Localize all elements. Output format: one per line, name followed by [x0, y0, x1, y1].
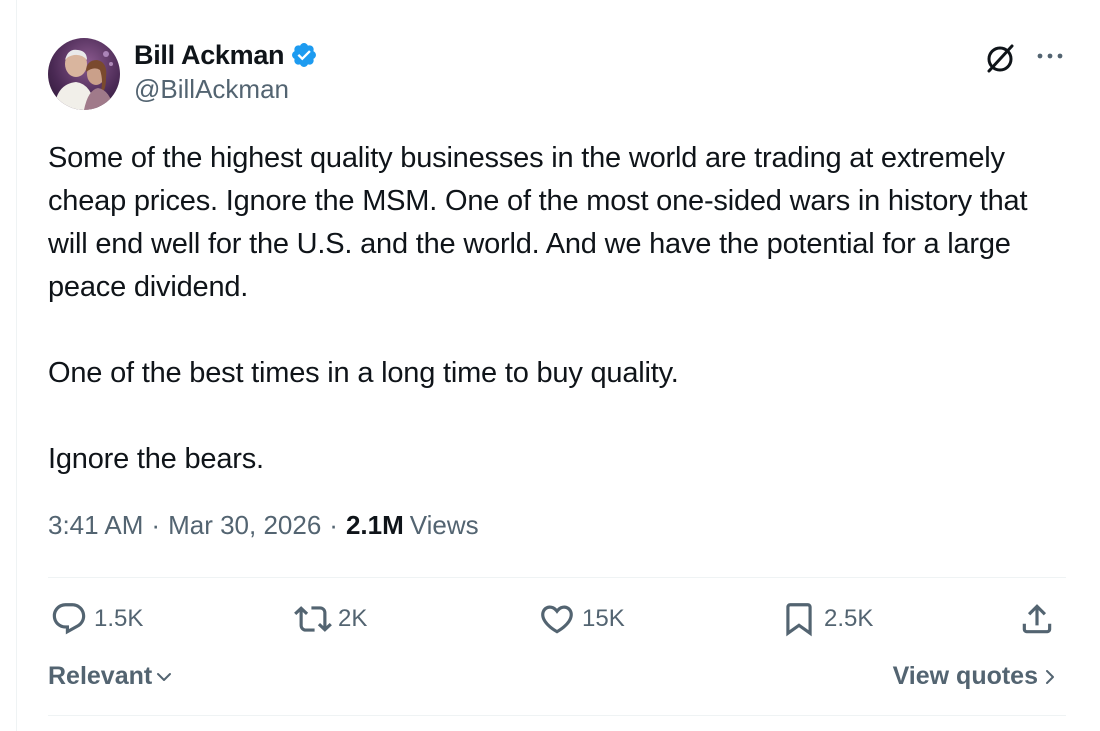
author-handle[interactable]: @BillAckman [134, 74, 318, 105]
like-count: 15K [582, 605, 625, 632]
tweet-paragraph: Ignore the bears. [48, 443, 264, 475]
reply-count: 1.5K [94, 605, 144, 632]
view-quotes-label: View quotes [892, 662, 1038, 690]
share-button[interactable] [1018, 600, 1062, 638]
chevron-down-icon [157, 672, 172, 681]
action-bar: 1.5K 2K 15K 2.5K [48, 600, 1066, 648]
timeline-border [16, 0, 17, 731]
tweet-paragraph: One of the best times in a long time to … [48, 357, 679, 389]
sort-label: Relevant [48, 662, 153, 690]
view-quotes-link[interactable]: View quotes [893, 662, 1060, 691]
avatar-photo [48, 38, 120, 110]
bookmark-icon [786, 603, 812, 637]
verified-badge-icon[interactable] [290, 41, 318, 69]
avatar[interactable] [48, 38, 120, 110]
reply-button[interactable]: 1.5K [50, 600, 143, 638]
author-block: Bill Ackman @BillAckman [134, 36, 318, 105]
bookmark-button[interactable]: 2.5K [780, 600, 873, 638]
like-icon [541, 605, 573, 634]
like-button[interactable]: 15K [538, 600, 625, 638]
bookmark-count: 2.5K [824, 605, 874, 632]
sort-replies-dropdown[interactable]: Relevant [48, 662, 174, 691]
more-options-icon[interactable] [1032, 40, 1068, 76]
tweet-text: Some of the highest quality businesses i… [48, 137, 1066, 481]
repost-button[interactable]: 2K [294, 600, 367, 638]
repost-icon [294, 606, 332, 632]
meta-separator: · [329, 510, 338, 540]
views-count[interactable]: 2.1M [346, 510, 404, 541]
grok-icon[interactable] [982, 40, 1018, 76]
tweet-card: Bill Ackman @BillAckman Some of the high… [48, 0, 1066, 731]
tweet-meta: 3:41 AM · Mar 30, 2026 · 2.1M Views [48, 510, 479, 541]
divider [48, 715, 1066, 716]
divider [48, 577, 1066, 578]
views-label: Views [409, 510, 479, 540]
meta-separator: · [151, 510, 161, 540]
tweet-time[interactable]: 3:41 AM [48, 510, 143, 541]
chevron-right-icon [1046, 669, 1054, 684]
tweet-paragraph: Some of the highest quality businesses i… [48, 142, 1028, 303]
tweet-date[interactable]: Mar 30, 2026 [168, 510, 321, 541]
share-icon [1022, 604, 1052, 634]
repost-count: 2K [338, 605, 368, 632]
name-row: Bill Ackman [134, 36, 318, 74]
author-name[interactable]: Bill Ackman [134, 40, 285, 71]
reply-icon [52, 603, 86, 635]
